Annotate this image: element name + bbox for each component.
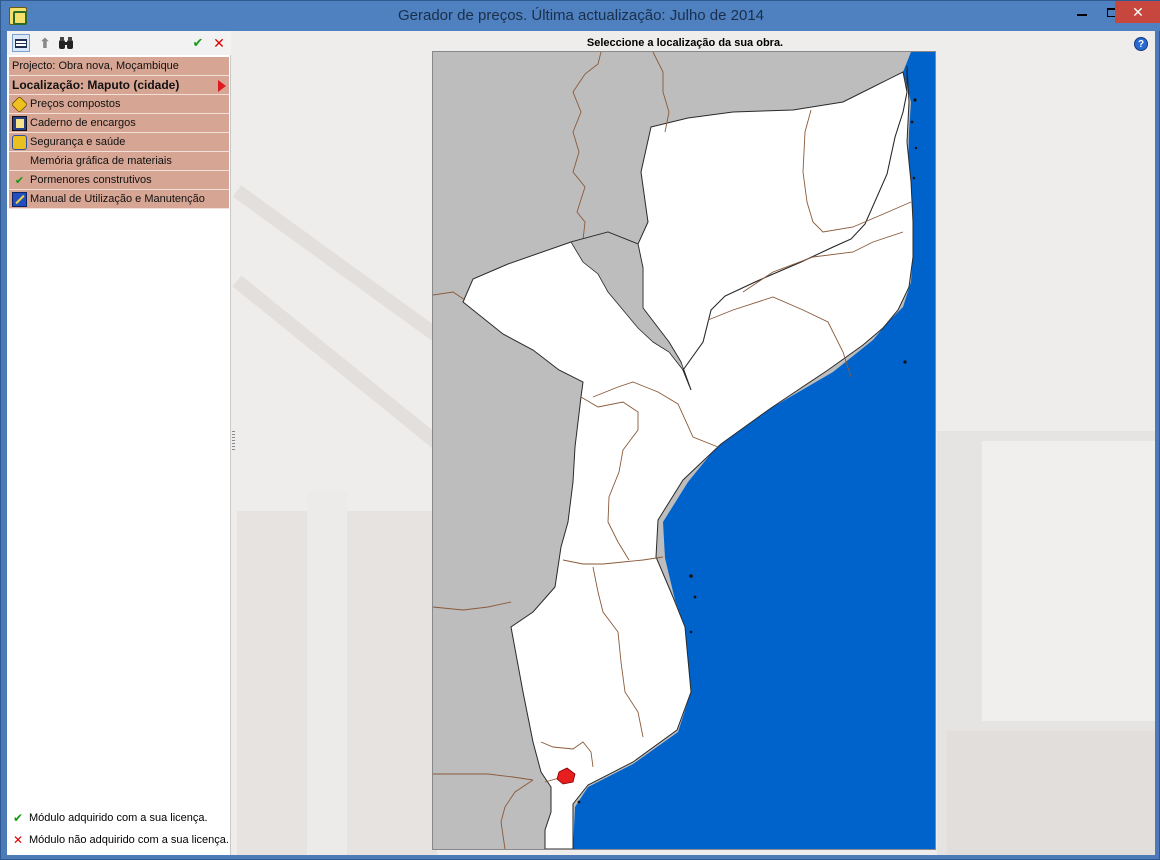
list-view-icon[interactable] bbox=[12, 34, 30, 52]
legend-acquired-text: Módulo adquirido com a sua licença. bbox=[29, 812, 208, 824]
location-label: Localização: Maputo (cidade) bbox=[12, 78, 180, 92]
client-area: ⬆ ✔ ✕ Projecto: Obra nova, Moçambique Lo… bbox=[7, 31, 1155, 855]
check-icon: ✔ bbox=[14, 174, 25, 187]
location-map[interactable] bbox=[432, 51, 936, 850]
menu-item-precos-compostos[interactable]: Preços compostos bbox=[9, 95, 229, 114]
close-button[interactable]: ✕ bbox=[1115, 1, 1160, 23]
menu-item-seguranca-e-saude[interactable]: Segurança e saúde bbox=[9, 133, 229, 152]
cancel-x-icon[interactable]: ✕ bbox=[210, 34, 228, 52]
menu-item-label: Caderno de encargos bbox=[30, 117, 136, 129]
project-row[interactable]: Projecto: Obra nova, Moçambique bbox=[9, 57, 229, 76]
binoculars-icon[interactable] bbox=[57, 34, 75, 52]
arrow-right-icon bbox=[216, 79, 226, 93]
menu-item-caderno-de-encargos[interactable]: Caderno de encargos bbox=[9, 114, 229, 133]
location-row[interactable]: Localização: Maputo (cidade) bbox=[9, 76, 229, 95]
map-prompt: Seleccione a localização da sua obra. bbox=[586, 37, 784, 49]
legend-not-acquired-text: Módulo não adquirido com a sua licença. bbox=[29, 834, 229, 846]
legend-not-acquired: ✕ Módulo não adquirido com a sua licença… bbox=[7, 829, 231, 851]
title-bar[interactable]: Gerador de preços. Última actualização: … bbox=[1, 1, 1160, 31]
window-title: Gerador de preços. Última actualização: … bbox=[397, 7, 765, 24]
accept-check-icon[interactable]: ✔ bbox=[189, 34, 207, 52]
left-toolbar: ⬆ ✔ ✕ bbox=[7, 31, 231, 55]
close-icon: ✕ bbox=[1132, 3, 1144, 20]
book-icon bbox=[12, 115, 27, 131]
price-tag-icon bbox=[11, 95, 28, 113]
legend-acquired: ✔ Módulo adquirido com a sua licença. bbox=[7, 807, 231, 829]
minimize-icon bbox=[1077, 14, 1087, 16]
menu-item-manual-utilizacao[interactable]: Manual de Utilização e Manutenção bbox=[9, 190, 229, 209]
safety-helmet-icon bbox=[12, 134, 27, 150]
license-legend: ✔ Módulo adquirido com a sua licença. ✕ … bbox=[7, 807, 231, 851]
menu-item-label: Manual de Utilização e Manutenção bbox=[30, 193, 205, 205]
menu-item-label: Preços compostos bbox=[30, 98, 121, 110]
menu-item-label: Pormenores construtivos bbox=[30, 174, 152, 186]
module-menu: Projecto: Obra nova, Moçambique Localiza… bbox=[9, 57, 229, 209]
menu-item-label: Segurança e saúde bbox=[30, 136, 126, 148]
help-icon[interactable]: ? bbox=[1134, 37, 1148, 51]
minimize-button[interactable] bbox=[1067, 1, 1097, 23]
mozambique-map[interactable] bbox=[433, 52, 935, 849]
menu-item-label: Memória gráfica de materiais bbox=[30, 155, 172, 167]
blank-icon bbox=[12, 154, 27, 169]
menu-item-pormenores-construtivos[interactable]: ✔ Pormenores construtivos bbox=[9, 171, 229, 190]
menu-item-memoria-grafica[interactable]: Memória gráfica de materiais bbox=[9, 152, 229, 171]
cross-icon: ✕ bbox=[13, 833, 24, 847]
up-arrow-icon[interactable]: ⬆ bbox=[36, 34, 54, 52]
check-icon: ✔ bbox=[13, 811, 24, 825]
wrench-icon bbox=[12, 191, 27, 207]
panel-splitter[interactable] bbox=[232, 431, 235, 451]
left-panel: ⬆ ✔ ✕ Projecto: Obra nova, Moçambique Lo… bbox=[7, 31, 231, 855]
project-label: Projecto: Obra nova, Moçambique bbox=[12, 60, 179, 72]
application-window: Gerador de preços. Última actualização: … bbox=[0, 0, 1160, 860]
